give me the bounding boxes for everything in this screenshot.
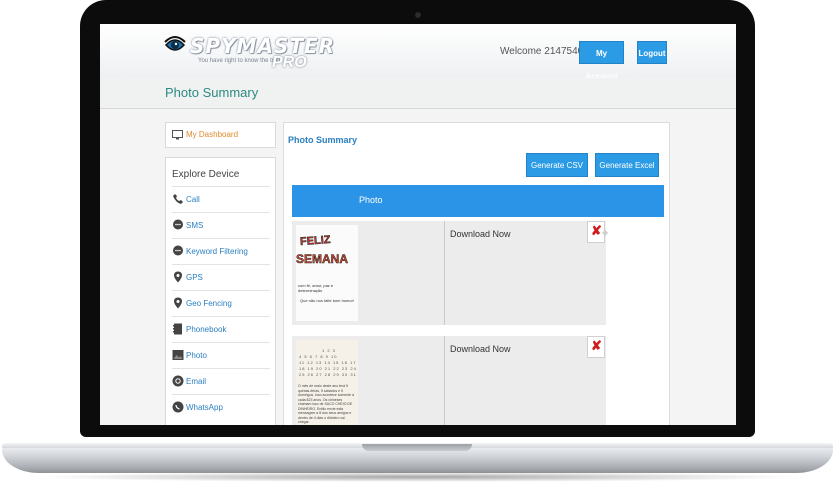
thumbnail-text: 1 2 3	[322, 348, 336, 353]
sidebar-item-sms[interactable]: SMS	[172, 212, 270, 238]
sidebar-item-call[interactable]: Call	[172, 186, 270, 212]
logo-suffix: PRO	[272, 54, 307, 71]
delete-icon[interactable]: ✘	[591, 224, 602, 238]
photo-cell: FELIZ SEMANA com fé, amor, paz e determi…	[292, 221, 445, 325]
sidebar-item-photo[interactable]: Photo	[172, 342, 270, 368]
my-account-button[interactable]: My Account	[579, 41, 624, 81]
table-row: FELIZ SEMANA com fé, amor, paz e determi…	[292, 221, 606, 325]
my-dashboard-label: My Dashboard	[186, 130, 239, 139]
panel-title: Photo Summary	[288, 135, 358, 145]
download-now-link[interactable]: Download Now	[450, 344, 511, 354]
photo-cell: 1 2 3 4 5 6 7 8 9 10 11 12 13 14 15 16 1…	[292, 336, 445, 425]
top-bar: SPYMASTER You have right to know the tru…	[100, 24, 736, 81]
generate-excel-button[interactable]: Generate Excel File	[595, 153, 659, 194]
explore-device-panel: Explore Device Call SMS Keyword Filterin…	[165, 157, 276, 425]
photo-thumbnail[interactable]: 1 2 3 4 5 6 7 8 9 10 11 12 13 14 15 16 1…	[296, 340, 358, 425]
sidebar-item-label: Photo	[186, 351, 207, 360]
phone-icon	[173, 194, 183, 204]
eye-icon	[164, 36, 186, 51]
logo-text: SPYMASTER	[190, 34, 336, 58]
thumbnail-text: com fé, amor, paz e determinação	[298, 283, 334, 293]
delete-icon[interactable]: ✘	[591, 339, 602, 353]
thumbnail-text: 11 12 13 14 15 16 17	[299, 360, 357, 365]
sidebar-item-label: Email	[186, 377, 207, 386]
column-header-photo: Photo	[359, 195, 383, 205]
page-title: Photo Summary	[165, 85, 259, 100]
table-row: 1 2 3 4 5 6 7 8 9 10 11 12 13 14 15 16 1…	[292, 336, 606, 425]
chat-icon	[173, 219, 183, 230]
photo-thumbnail[interactable]: FELIZ SEMANA com fé, amor, paz e determi…	[296, 225, 358, 321]
thumbnail-text: FELIZ	[299, 233, 331, 249]
monitor-icon	[172, 130, 183, 140]
logout-button[interactable]: Logout	[637, 41, 667, 64]
sidebar-item-label: WhatsApp	[186, 403, 223, 412]
thumbnail-text: 4 5 6 7 8 9 10	[299, 354, 338, 359]
photo-summary-panel: Photo Summary Generate CSV File Generate…	[283, 122, 670, 425]
webcam	[415, 12, 421, 18]
sidebar-item-label: SMS	[186, 221, 204, 230]
sidebar-item-label: Phonebook	[186, 325, 227, 334]
table-header: Photo	[292, 185, 664, 217]
whatsapp-icon	[172, 401, 184, 413]
logo-tagline: You have right to know the truth	[198, 58, 283, 64]
download-now-link[interactable]: Download Now	[450, 229, 511, 239]
laptop-notch	[362, 444, 472, 451]
sidebar-item-geo-fencing[interactable]: Geo Fencing	[172, 290, 270, 316]
thumbnail-text: SEMANA	[296, 252, 349, 267]
page-title-bar: Photo Summary	[100, 78, 736, 109]
explore-device-title: Explore Device	[172, 169, 240, 180]
diamond-icon: ◆	[602, 228, 609, 237]
laptop-base	[2, 448, 833, 473]
thumbnail-text: 18 19 20 21 22 23 24	[299, 366, 357, 371]
thumbnail-text: 25 26 27 28 29 30 31	[299, 372, 357, 377]
sidebar-item-label: Call	[186, 195, 200, 204]
filter-chat-icon	[173, 245, 183, 256]
my-dashboard-link[interactable]: My Dashboard	[165, 122, 276, 148]
thumbnail-text: O mês de maio deste ano terá 5 quintas-f…	[298, 384, 355, 424]
map-pin-icon	[174, 271, 182, 283]
sidebar-item-gps[interactable]: GPS	[172, 264, 270, 290]
sidebar-item-label: Geo Fencing	[186, 299, 232, 308]
sidebar-item-label: GPS	[186, 273, 203, 282]
photo-icon	[172, 350, 184, 360]
app-screen: SPYMASTER You have right to know the tru…	[100, 24, 736, 425]
laptop-shadow	[30, 472, 805, 482]
sidebar-item-whatsapp[interactable]: WhatsApp	[172, 394, 270, 420]
sidebar-item-email[interactable]: Email	[172, 368, 270, 394]
logo[interactable]: SPYMASTER You have right to know the tru…	[164, 30, 334, 74]
delete-cell: ✘	[587, 336, 605, 358]
email-icon	[172, 375, 184, 387]
generate-csv-button[interactable]: Generate CSV File	[526, 153, 588, 194]
sidebar-item-keyword-filtering[interactable]: Keyword Filtering	[172, 238, 270, 264]
map-pin-icon	[174, 297, 182, 309]
sidebar-item-phonebook[interactable]: Phonebook	[172, 316, 270, 342]
sidebar-item-label: Keyword Filtering	[186, 247, 248, 256]
thumbnail-text: Que não nos falte bom humor!	[300, 298, 355, 303]
phonebook-icon	[173, 323, 182, 335]
